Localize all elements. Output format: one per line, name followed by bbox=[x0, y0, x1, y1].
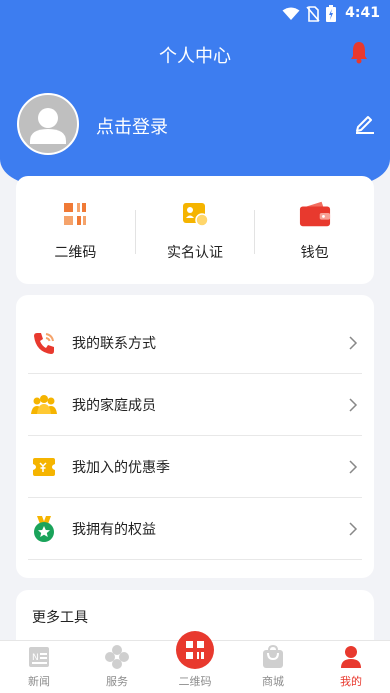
news-icon: N bbox=[26, 644, 52, 670]
chevron-right-icon bbox=[349, 521, 358, 536]
menu-item-contact[interactable]: 我的联系方式 bbox=[28, 312, 362, 374]
quick-actions-card: 二维码 实名认证 钱包 bbox=[16, 176, 374, 284]
bell-icon[interactable] bbox=[348, 40, 370, 64]
quick-action-verification[interactable]: 实名认证 bbox=[136, 176, 255, 284]
menu-item-label: 我的家庭成员 bbox=[72, 397, 156, 414]
quick-action-label: 钱包 bbox=[300, 245, 329, 261]
wallet-icon bbox=[299, 198, 331, 230]
tab-profile[interactable]: 我的 bbox=[312, 641, 390, 693]
tab-mall[interactable]: 商城 bbox=[234, 641, 312, 693]
tab-qrcode[interactable]: 二维码 bbox=[156, 631, 234, 693]
quick-action-label: 二维码 bbox=[54, 245, 97, 261]
menu-item-label: 我加入的优惠季 bbox=[72, 459, 170, 476]
tab-label: 我的 bbox=[340, 675, 362, 688]
tab-label: 服务 bbox=[106, 675, 128, 688]
avatar[interactable] bbox=[17, 93, 79, 155]
menu-item-discount-season[interactable]: 我加入的优惠季 bbox=[28, 436, 362, 498]
menu-item-benefits[interactable]: 我拥有的权益 bbox=[28, 498, 362, 560]
medal-icon bbox=[30, 515, 58, 543]
status-time: 4:41 bbox=[345, 5, 380, 21]
quick-action-wallet[interactable]: 钱包 bbox=[255, 176, 374, 284]
page-title: 个人中心 bbox=[159, 46, 231, 67]
menu-card: 我的联系方式 我的家庭成员 我加入的优惠季 我拥有的权益 bbox=[16, 295, 374, 578]
bottom-tab-bar: N 新闻 服务 二维码 商城 我的 bbox=[0, 631, 390, 693]
tab-news[interactable]: N 新闻 bbox=[0, 641, 78, 693]
chevron-right-icon bbox=[349, 335, 358, 350]
quick-action-label: 实名认证 bbox=[167, 245, 223, 261]
tab-label: 二维码 bbox=[178, 675, 212, 688]
chevron-right-icon bbox=[349, 459, 358, 474]
menu-item-label: 我的联系方式 bbox=[72, 335, 156, 352]
shopping-bag-icon bbox=[260, 644, 286, 670]
status-bar: 4:41 bbox=[0, 0, 390, 28]
profile-header: 4:41 个人中心 点击登录 bbox=[0, 0, 390, 185]
edit-icon[interactable] bbox=[354, 112, 376, 134]
login-link[interactable]: 点击登录 bbox=[96, 113, 168, 139]
profile-icon bbox=[338, 644, 364, 670]
menu-item-family[interactable]: 我的家庭成员 bbox=[28, 374, 362, 436]
tab-label: 商城 bbox=[262, 675, 284, 688]
qrcode-icon bbox=[176, 631, 214, 669]
section-title: 更多工具 bbox=[32, 610, 88, 626]
services-icon bbox=[104, 644, 130, 670]
no-sim-icon bbox=[306, 5, 320, 22]
chevron-right-icon bbox=[349, 397, 358, 412]
quick-action-qrcode[interactable]: 二维码 bbox=[16, 176, 135, 284]
coupon-icon bbox=[30, 453, 58, 481]
qrcode-icon bbox=[59, 198, 91, 230]
tab-label: 新闻 bbox=[28, 675, 50, 688]
battery-charging-icon bbox=[326, 5, 336, 22]
wifi-icon bbox=[282, 7, 300, 20]
svg-text:N: N bbox=[32, 653, 39, 663]
phone-icon bbox=[30, 329, 58, 357]
family-icon bbox=[30, 391, 58, 419]
menu-item-label: 我拥有的权益 bbox=[72, 521, 156, 538]
tab-services[interactable]: 服务 bbox=[78, 641, 156, 693]
user-silhouette-icon bbox=[30, 108, 66, 144]
id-card-icon bbox=[179, 198, 211, 230]
status-icons bbox=[282, 5, 336, 22]
